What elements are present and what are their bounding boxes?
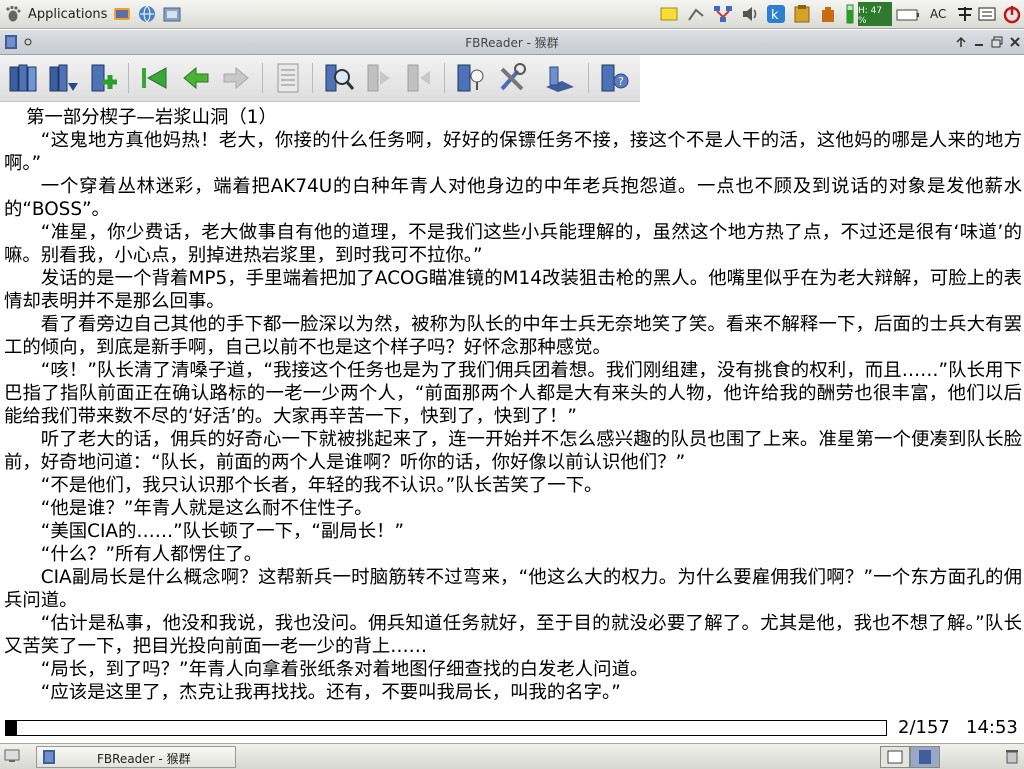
status-bar: 2/157 14:53 xyxy=(0,716,1024,742)
shade-icon[interactable] xyxy=(956,36,966,48)
foot-icon xyxy=(6,5,21,22)
preferences-icon[interactable] xyxy=(494,61,530,95)
toolbar-separator xyxy=(128,63,129,93)
applications-label: Applications xyxy=(28,6,108,22)
paragraph: “不是他们，我只认识那个长者，年轻的我不认识。”队长苦笑了一下。 xyxy=(40,475,603,496)
chapter-title: 第一部分楔子—岩浆山洞（1） xyxy=(26,107,277,128)
close-icon[interactable] xyxy=(1009,36,1021,48)
svg-text:k: k xyxy=(771,8,779,23)
paragraph: 听了老大的话，佣兵的好奇心一下就被挑起来了，连一开始并不怎么感兴趣的队员也围了上… xyxy=(4,429,1022,473)
search-icon[interactable] xyxy=(320,61,356,95)
paragraph: “局长，到了吗？”年青人向拿着张纸条对着地图仔细查找的白发老人问道。 xyxy=(40,659,649,680)
workspace-window-icon xyxy=(887,750,903,764)
clock: 14:53 xyxy=(966,717,1018,738)
window-titlebar[interactable]: FBReader - 猴群 xyxy=(0,30,1024,55)
paragraph: “应该是这里了，杰克让我再找找。还有，不要叫我局长，叫我的名字。” xyxy=(40,682,621,703)
volume-icon[interactable] xyxy=(740,4,760,24)
file-manager-icon[interactable] xyxy=(162,4,182,24)
page-indicator: 2/157 xyxy=(898,717,950,738)
keyboard-icon[interactable] xyxy=(978,5,996,23)
find-next-icon[interactable] xyxy=(360,61,396,95)
signal-strength-icon[interactable] xyxy=(686,4,706,24)
trash-icon[interactable] xyxy=(1004,748,1020,764)
fbreader-task-icon xyxy=(43,750,55,764)
paragraph: 发话的是一个背着MP5，手里端着把加了ACOG瞄准镜的M14改装狙击枪的黑人。他… xyxy=(4,268,1022,312)
battery-monitor-icon[interactable] xyxy=(818,4,838,24)
toc-icon[interactable] xyxy=(270,61,306,95)
forward-icon[interactable] xyxy=(218,61,254,95)
toolbar-separator xyxy=(262,63,263,93)
paragraph: 看了看旁边自己其他的手下都一脸深以为然，被称为队长的中年士兵无奈地笑了笑。看来不… xyxy=(4,314,1022,358)
taskbar-fbreader-button[interactable]: FBReader - 猴群 xyxy=(36,746,236,768)
shutdown-icon[interactable] xyxy=(1002,4,1022,24)
ac-indicator: AC xyxy=(930,4,946,24)
show-desktop-icon[interactable] xyxy=(4,749,20,763)
clipboard-icon[interactable] xyxy=(792,4,812,24)
main-toolbar: ? xyxy=(0,55,640,102)
bottom-panel: FBReader - 猴群 xyxy=(0,743,1024,769)
workspace-fbreader-icon xyxy=(919,750,931,764)
cpu-monitor-label: H: 47 % xyxy=(858,6,883,26)
cpu-monitor[interactable]: H: 47 % xyxy=(858,2,892,26)
window-title: FBReader - 猴群 xyxy=(465,36,559,50)
paragraph: “这鬼地方真他妈热！老大，你接的什么任务啊，好好的保镖任务不接，接这个不是人干的… xyxy=(4,130,1022,174)
add-book-icon[interactable] xyxy=(86,61,122,95)
task-label: FBReader - 猴群 xyxy=(97,752,191,766)
book-text-view[interactable]: 第一部分楔子—岩浆山洞（1） “这鬼地方真他妈热！老大，你接的什么任务啊，好好的… xyxy=(4,106,1022,712)
minimize-icon[interactable] xyxy=(974,36,984,48)
book-info-icon[interactable] xyxy=(452,61,488,95)
top-panel: Applications k H: 47 % AC xyxy=(0,0,1024,29)
network-icon[interactable] xyxy=(712,4,734,24)
paragraph: “他是谁？”年青人就是这么耐不住性子。 xyxy=(40,498,373,519)
toolbar-separator xyxy=(312,63,313,93)
help-icon[interactable]: ? xyxy=(596,61,632,95)
input-method-icon[interactable] xyxy=(956,5,974,23)
keyboard-layout-icon[interactable]: k xyxy=(766,4,786,24)
workspace-2[interactable] xyxy=(910,746,940,768)
maximize-icon[interactable] xyxy=(991,36,1003,48)
paragraph: 一个穿着丛林迷彩，端着把AK74U的白种年青人对他身边的中年老兵抱怨道。一点也不… xyxy=(4,176,1022,220)
svg-text:?: ? xyxy=(618,75,624,88)
web-browser-icon[interactable] xyxy=(137,4,157,24)
library-icon[interactable] xyxy=(6,61,42,95)
progress-fill xyxy=(6,721,18,735)
power-gauge-icon xyxy=(846,4,854,24)
find-previous-icon[interactable] xyxy=(400,61,436,95)
paragraph: “什么？”所有人都愣住了。 xyxy=(40,544,263,565)
applications-menu[interactable]: Applications xyxy=(4,4,107,24)
rotate-screen-icon[interactable] xyxy=(542,61,578,95)
terminal-launcher-icon[interactable] xyxy=(112,4,132,24)
ac-label: AC xyxy=(930,7,947,21)
paragraph: “准星，你少费话，老大做事自有他的道理，不是我们这些小兵能理解的，虽然这个地方热… xyxy=(4,222,1022,266)
notes-icon[interactable] xyxy=(660,7,678,21)
toolbar-separator xyxy=(444,63,445,93)
reading-progress-bar[interactable] xyxy=(5,720,887,736)
battery-icon[interactable] xyxy=(896,4,920,24)
toolbar-separator xyxy=(588,63,589,93)
go-start-icon[interactable] xyxy=(136,61,172,95)
paragraph: CIA副局长是什么概念啊？这帮新兵一时脑筋转不过弯来，“他这么大的权力。为什么要… xyxy=(4,567,1022,611)
paragraph: “估计是私事，他没和我说，我也没问。佣兵知道任务就好，至于目的就没必要了解了。尤… xyxy=(4,613,1022,657)
recent-books-icon[interactable] xyxy=(46,61,82,95)
paragraph: “美国CIA的……”队长顿了一下，“副局长！” xyxy=(40,521,405,542)
back-icon[interactable] xyxy=(178,61,214,95)
workspace-1[interactable] xyxy=(880,746,910,768)
paragraph: “咳！”队长清了清嗓子道，“我接这个任务也是为了我们佣兵团着想。我们刚组建，没有… xyxy=(4,360,1022,427)
